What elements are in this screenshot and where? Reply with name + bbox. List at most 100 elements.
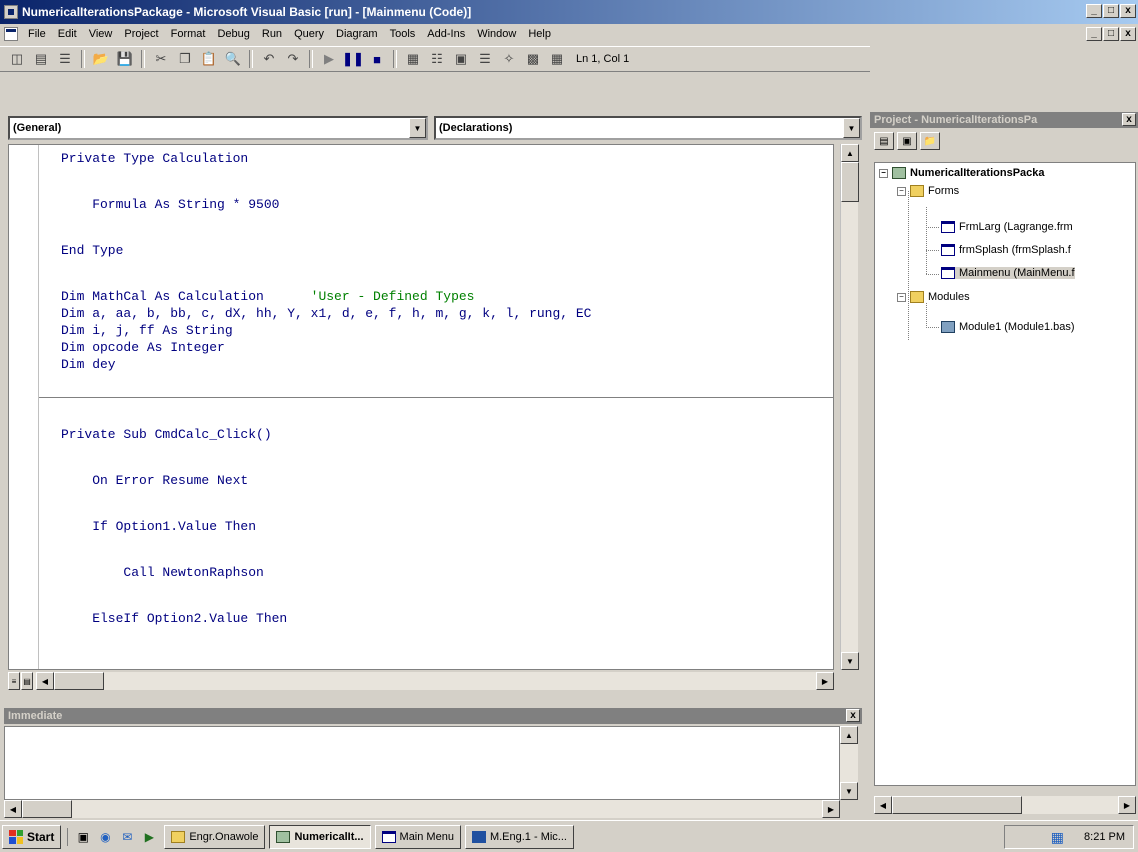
scroll-down-icon[interactable]: ▼ [841,652,859,670]
mdi-close-button[interactable]: x [1120,27,1136,41]
project-tree[interactable]: − NumericalIterationsPacka − Forms FrmLa… [874,162,1136,786]
menu-window[interactable]: Window [471,24,522,44]
scroll-right-icon[interactable]: ▶ [1118,796,1136,814]
mdi-child-icon[interactable] [4,27,18,41]
menu-diagram[interactable]: Diagram [330,24,384,44]
add-project-icon[interactable]: ◫ [6,48,28,70]
immediate-close-button[interactable]: x [846,709,860,722]
menu-file[interactable]: File [22,24,52,44]
properties-window-icon[interactable]: ☷ [426,48,448,70]
code-line[interactable]: Private Sub CmdCalc_Click() [61,427,272,442]
start-icon[interactable]: ▶ [318,48,340,70]
object-browser-icon[interactable]: ☰ [474,48,496,70]
tree-module-item[interactable]: Module1 (Module1.bas) [941,321,1075,333]
vb-app-icon[interactable] [4,5,18,19]
menu-query[interactable]: Query [288,24,330,44]
start-button[interactable]: Start [2,824,62,849]
undo-icon[interactable]: ↶ [258,48,280,70]
menu-help[interactable]: Help [522,24,557,44]
chevron-down-icon[interactable]: ▼ [409,118,426,138]
project-explorer-title-bar[interactable]: Project - NumericalIterationsPa x [870,112,1138,128]
menu-format[interactable]: Format [165,24,212,44]
view-code-icon[interactable]: ▤ [874,132,894,150]
collapse-icon[interactable]: − [897,186,906,196]
tree-forms-folder[interactable]: − Forms [897,185,959,197]
taskbar-button[interactable]: Main Menu [374,824,461,849]
scroll-right-icon[interactable]: ▶ [816,672,834,690]
scroll-left-icon[interactable]: ◀ [36,672,54,690]
taskbar-button-active[interactable]: NumericalIt... [269,824,371,849]
network-icon[interactable]: ▦ [1051,829,1064,846]
code-line[interactable]: Dim i, j, ff As String [61,323,233,338]
outlook-express-icon[interactable]: ✉ [118,828,136,846]
code-line[interactable]: Dim dey [61,357,116,372]
find-icon[interactable]: 🔍 [222,48,244,70]
code-vertical-scrollbar[interactable]: ▲ ▼ [840,144,859,670]
code-line[interactable]: Private Type Calculation [61,151,248,166]
tree-modules-folder[interactable]: − Modules [897,291,970,303]
taskbar-button[interactable]: Engr.Onawole [164,824,266,849]
redo-icon[interactable]: ↷ [282,48,304,70]
procedure-combo[interactable]: (Declarations) ▼ [434,116,862,140]
project-horizontal-scrollbar[interactable]: ◀ ▶ [874,796,1136,814]
mdi-minimize-button[interactable]: _ [1086,27,1102,41]
maximize-button[interactable]: □ [1103,4,1119,18]
toolbox-icon[interactable]: ✧ [498,48,520,70]
procedure-view-icon[interactable]: ≡ [8,672,20,690]
tree-form-item[interactable]: frmSplash (frmSplash.f [941,244,1071,256]
copy-icon[interactable]: ❐ [174,48,196,70]
code-line[interactable]: Dim opcode As Integer [61,340,225,355]
scroll-up-icon[interactable]: ▲ [841,144,859,162]
menu-run[interactable]: Run [256,24,288,44]
collapse-icon[interactable]: − [879,168,888,178]
tree-form-item-selected[interactable]: Mainmenu (MainMenu.f [941,267,1075,279]
immediate-horizontal-scrollbar[interactable]: ◀ ▶ [4,800,840,818]
margin-indicator-bar[interactable] [9,145,39,669]
immediate-title-bar[interactable]: Immediate x [4,708,862,724]
code-horizontal-scrollbar[interactable]: ≡ ▤ ◀ ▶ [8,672,834,690]
immediate-vertical-scrollbar[interactable]: ▲ ▼ [840,726,858,800]
full-module-view-icon[interactable]: ▤ [21,672,33,690]
internet-explorer-icon[interactable]: ◉ [96,828,114,846]
code-line[interactable]: Dim a, aa, b, bb, c, dX, hh, Y, x1, d, e… [61,306,592,321]
code-editor[interactable]: Private Type Calculation Formula As Stri… [8,144,834,670]
toggle-folders-icon[interactable]: 📁 [920,132,940,150]
project-explorer-close-button[interactable]: x [1122,113,1136,126]
cut-icon[interactable]: ✂ [150,48,172,70]
component-manager-icon[interactable]: ▦ [546,48,568,70]
scroll-down-icon[interactable]: ▼ [840,782,858,800]
taskbar-button[interactable]: M.Eng.1 - Mic... [464,824,574,849]
show-desktop-icon[interactable]: ▣ [74,828,92,846]
object-combo[interactable]: (General) ▼ [8,116,428,140]
project-explorer-icon[interactable]: ▦ [402,48,424,70]
paste-icon[interactable]: 📋 [198,48,220,70]
menu-debug[interactable]: Debug [211,24,255,44]
media-player-icon[interactable]: ▶ [140,828,158,846]
mdi-maximize-button[interactable]: □ [1103,27,1119,41]
close-button[interactable]: x [1120,4,1136,18]
horizontal-scroll-thumb[interactable] [22,800,72,818]
code-line[interactable]: On Error Resume Next [61,473,248,488]
scroll-left-icon[interactable]: ◀ [4,800,22,818]
data-view-icon[interactable]: ▩ [522,48,544,70]
horizontal-scroll-thumb[interactable] [54,672,104,690]
code-line[interactable]: If Option1.Value Then [61,519,256,534]
form-layout-icon[interactable]: ▣ [450,48,472,70]
minimize-button[interactable]: _ [1086,4,1102,18]
code-line[interactable]: Call NewtonRaphson [61,565,263,580]
clock[interactable]: 8:21 PM [1084,831,1125,843]
scroll-up-icon[interactable]: ▲ [840,726,858,744]
scroll-thumb[interactable] [841,162,859,202]
add-form-icon[interactable]: ▤ [30,48,52,70]
code-line[interactable]: Dim MathCal As Calculation 'User - Defin… [61,289,474,304]
code-line[interactable]: End Type [61,243,123,258]
chevron-down-icon[interactable]: ▼ [843,118,860,138]
scroll-left-icon[interactable]: ◀ [874,796,892,814]
menu-edit[interactable]: Edit [52,24,83,44]
code-line[interactable]: ElseIf Option2.Value Then [61,611,287,626]
end-icon[interactable]: ■ [366,48,388,70]
save-project-icon[interactable]: 💾 [114,48,136,70]
menu-add-ins[interactable]: Add-Ins [421,24,471,44]
tree-form-item[interactable]: FrmLarg (Lagrange.frm [941,221,1073,233]
break-icon[interactable]: ❚❚ [342,48,364,70]
